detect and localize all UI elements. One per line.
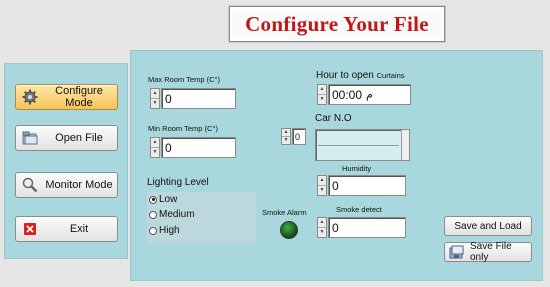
open-file-label: Open File <box>55 132 103 144</box>
radio-button-icon[interactable] <box>149 210 157 219</box>
decrement-arrow-icon[interactable]: ▼ <box>318 185 326 195</box>
radio-low[interactable]: Low <box>149 192 177 207</box>
min-room-temp-field[interactable]: 0 <box>161 137 236 158</box>
increment-arrow-icon[interactable]: ▲ <box>318 85 326 94</box>
smoke-alarm-indicator <box>280 221 298 239</box>
min-room-temp-spinner[interactable]: ▲ ▼ <box>150 137 160 158</box>
smoke-detect-field[interactable]: 0 <box>328 217 406 238</box>
configure-mode-button[interactable]: Configure Mode <box>15 84 118 110</box>
page-title: Configure Your File <box>245 11 429 36</box>
radio-high-label: High <box>159 225 180 236</box>
listbox-scrollbar[interactable] <box>401 130 409 160</box>
car-no-index-field[interactable]: 0 <box>292 128 306 145</box>
close-icon <box>21 220 39 238</box>
humidity-spinner[interactable]: ▲ ▼ <box>317 175 327 196</box>
lighting-radio-group: Low Medium High <box>147 192 256 244</box>
folder-icon <box>21 129 39 147</box>
car-no-index-control: ▲ ▼ 0 <box>281 128 306 145</box>
radio-button-icon[interactable] <box>149 195 157 204</box>
sidebar: Configure Mode Open File Monitor Mode Ex… <box>4 63 128 259</box>
min-room-temp-label: Min Room Temp (C°) <box>148 124 218 133</box>
radio-medium-label: Medium <box>159 209 195 220</box>
increment-arrow-icon[interactable]: ▲ <box>151 138 159 147</box>
save-and-load-button[interactable]: Save and Load <box>444 216 532 236</box>
max-room-temp-field[interactable]: 0 <box>161 88 236 109</box>
car-no-label: Car N.O <box>315 113 352 124</box>
max-room-temp-control: ▲ ▼ 0 <box>150 88 236 109</box>
hour-to-open-spinner[interactable]: ▲ ▼ <box>317 84 327 105</box>
smoke-detect-spinner[interactable]: ▲ ▼ <box>317 217 327 238</box>
open-file-button[interactable]: Open File <box>15 125 118 151</box>
smoke-detect-label: Smoke detect <box>336 205 382 214</box>
increment-arrow-icon[interactable]: ▲ <box>151 89 159 98</box>
max-room-temp-label: Max Room Temp (C°) <box>148 75 221 84</box>
radio-high[interactable]: High <box>149 223 180 238</box>
decrement-arrow-icon[interactable]: ▼ <box>151 98 159 108</box>
humidity-field[interactable]: 0 <box>328 175 406 196</box>
smoke-detect-control: ▲ ▼ 0 <box>317 217 406 238</box>
smoke-alarm-label: Smoke Alarm <box>262 208 307 217</box>
car-no-index-spinner[interactable]: ▲ ▼ <box>281 128 291 145</box>
save-file-icon <box>449 245 465 259</box>
hour-to-open-label: Hour to open Curtains <box>316 70 405 81</box>
save-file-only-button[interactable]: Save File only <box>444 241 532 263</box>
hour-to-open-control: ▲ ▼ 00:00 م <box>317 84 411 105</box>
hour-to-open-value: 00:00 <box>332 87 363 102</box>
increment-arrow-icon[interactable]: ▲ <box>318 176 326 185</box>
decrement-arrow-icon[interactable]: ▼ <box>318 227 326 237</box>
listbox-divider <box>318 145 399 146</box>
monitor-mode-label: Monitor Mode <box>45 179 113 191</box>
radio-medium[interactable]: Medium <box>149 207 195 222</box>
radio-button-icon[interactable] <box>149 226 157 235</box>
decrement-arrow-icon[interactable]: ▼ <box>151 147 159 157</box>
humidity-control: ▲ ▼ 0 <box>317 175 406 196</box>
hour-to-open-main-label: Hour to open <box>316 70 374 81</box>
magnifier-icon <box>21 176 39 194</box>
increment-arrow-icon[interactable]: ▲ <box>282 129 290 136</box>
title-box: Configure Your File <box>229 6 445 42</box>
monitor-mode-button[interactable]: Monitor Mode <box>15 172 118 198</box>
max-room-temp-spinner[interactable]: ▲ ▼ <box>150 88 160 109</box>
decrement-arrow-icon[interactable]: ▼ <box>318 94 326 104</box>
radio-low-label: Low <box>159 194 178 205</box>
increment-arrow-icon[interactable]: ▲ <box>318 218 326 227</box>
min-room-temp-control: ▲ ▼ 0 <box>150 137 236 158</box>
hour-to-open-field[interactable]: 00:00 م <box>328 84 411 105</box>
decrement-arrow-icon[interactable]: ▼ <box>282 136 290 144</box>
configure-mode-label: Configure Mode <box>55 85 103 109</box>
car-no-listbox[interactable] <box>315 129 410 161</box>
lighting-level-label: Lighting Level <box>147 177 209 188</box>
humidity-label: Humidity <box>342 164 372 173</box>
hour-to-open-suffix: م <box>366 89 373 101</box>
gear-icon <box>21 88 39 106</box>
exit-label: Exit <box>69 223 89 235</box>
exit-button[interactable]: Exit <box>15 216 118 242</box>
save-file-only-label: Save File only <box>470 241 512 263</box>
hour-to-open-small-label: Curtains <box>376 71 405 80</box>
